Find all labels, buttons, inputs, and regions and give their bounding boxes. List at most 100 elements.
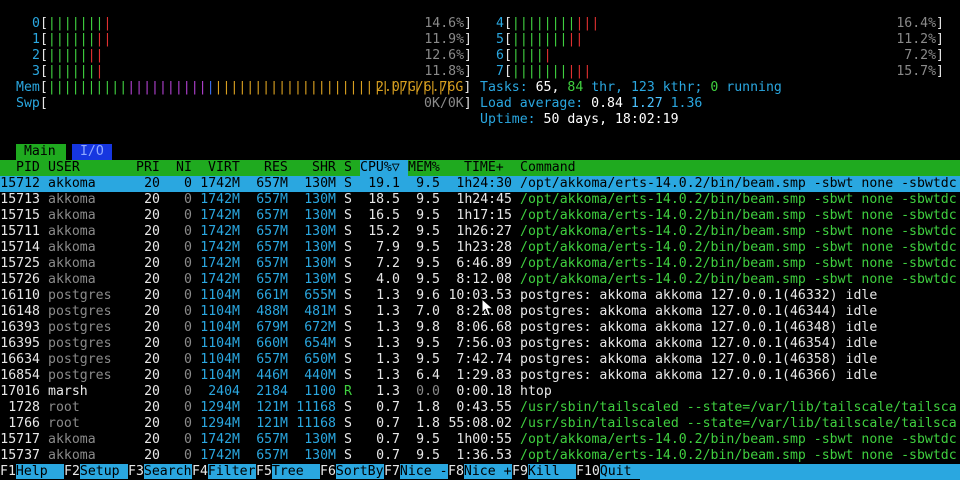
process-row[interactable]: 16110 postgres 20 0 1104M 661M 655M S 1.3 9.6 10:0…: [0, 288, 960, 304]
mem-bar-buffers: |: [206, 80, 215, 95]
cell-s: S: [344, 368, 352, 383]
fkey-key: F3: [128, 464, 144, 479]
cpu-percent-7: 15.7%]: [896, 64, 944, 79]
fkey-key: F10: [576, 464, 600, 479]
cell-pid: 17016: [0, 384, 40, 399]
cell-cmd: /usr/sbin/tailscaled --state=/var/lib/ta…: [520, 416, 957, 431]
col-res[interactable]: RES: [264, 160, 288, 176]
cpu-id: 2: [32, 48, 40, 63]
cell-mem: 9.8: [416, 320, 440, 335]
cell-res: 660M: [256, 336, 288, 351]
cpu-percent-5: 11.2%]: [896, 32, 944, 47]
cell-res: 661M: [256, 288, 288, 303]
process-row[interactable]: 15711 akkoma 20 0 1742M 657M 130M S 15.2 9.5 1h26:…: [0, 224, 960, 240]
cell-shr: 130M: [304, 448, 336, 463]
cell-res: 2184: [256, 384, 288, 399]
col-ni[interactable]: NI: [176, 160, 192, 176]
cell-user: postgres: [48, 304, 112, 319]
cell-res: 657M: [256, 176, 288, 191]
process-row[interactable]: 15717 akkoma 20 0 1742M 657M 130M S 0.7 9.5 1h00:5…: [0, 432, 960, 448]
process-row[interactable]: 16395 postgres 20 0 1104M 660M 654M S 1.3 9.5 7:56…: [0, 336, 960, 352]
cell-user: marsh: [48, 384, 88, 399]
col-pri[interactable]: PRI: [136, 160, 160, 176]
cell-cpu: 0.7: [376, 432, 400, 447]
load-5: 1.27: [630, 96, 663, 111]
fkey-f5[interactable]: F5Tree: [256, 464, 320, 480]
tab-main[interactable]: Main: [16, 144, 66, 160]
fkey-f10[interactable]: F10Quit: [576, 464, 648, 480]
cell-res: 657M: [256, 448, 288, 463]
cell-cpu: 1.3: [376, 384, 400, 399]
cell-virt: 1742M: [200, 208, 240, 223]
fkey-f7[interactable]: F7Nice -: [384, 464, 448, 480]
fkey-f8[interactable]: F8Nice +: [448, 464, 512, 480]
fkey-label: Filter: [207, 464, 256, 479]
swp-value: 0K/0K: [424, 96, 464, 111]
cpu-percent-2: 12.6%]: [424, 48, 472, 63]
col-mem[interactable]: MEM%: [408, 160, 440, 176]
cell-pri: 20: [144, 224, 160, 239]
cell-pri: 20: [144, 192, 160, 207]
fkey-f3[interactable]: F3Search: [128, 464, 192, 480]
col-pid[interactable]: PID: [16, 160, 40, 176]
process-row[interactable]: 1766 root 20 0 1294M 121M 11168 S 0.7 1.8 55:08.02…: [0, 416, 960, 432]
cell-cmd: postgres: akkoma akkoma 127.0.0.1(46344)…: [520, 304, 878, 319]
process-row[interactable]: 16393 postgres 20 0 1104M 679M 672M S 1.3 9.8 8:06…: [0, 320, 960, 336]
col-state[interactable]: S: [344, 160, 352, 176]
col-user[interactable]: USER: [48, 160, 80, 176]
fkey-label: Tree: [271, 464, 320, 479]
mem-label: Mem: [16, 80, 40, 95]
process-row[interactable]: 15726 akkoma 20 0 1742M 657M 130M S 4.0 9.5 8:12.0…: [0, 272, 960, 288]
cell-cmd: /opt/akkoma/erts-14.0.2/bin/beam.smp -sb…: [520, 176, 957, 191]
col-time[interactable]: TIME+: [464, 160, 504, 176]
fkey-f1[interactable]: F1Help: [0, 464, 64, 480]
cell-s: S: [344, 432, 352, 447]
cell-shr: 650M: [304, 352, 336, 367]
process-row[interactable]: 15737 akkoma 20 0 1742M 657M 130M S 0.7 9.5 1:36.5…: [0, 448, 960, 464]
cell-shr: 130M: [304, 192, 336, 207]
process-row[interactable]: 1728 root 20 0 1294M 121M 11168 S 0.7 1.8 0:43.55 /…: [0, 400, 960, 416]
process-row[interactable]: 16634 postgres 20 0 1104M 657M 650M S 1.3 9.5 7:42…: [0, 352, 960, 368]
cell-pid: 15712: [0, 176, 40, 191]
process-row[interactable]: 17016 marsh 20 0 2404 2184 1100 R 1.3 0.0 0:00.18 h…: [0, 384, 960, 400]
cpu-bar-system: |||: [575, 16, 600, 31]
tab-io[interactable]: I/O: [72, 144, 112, 160]
process-row[interactable]: 15712 akkoma 20 0 1742M 657M 130M S 19.1 9.5 1h24:…: [0, 176, 960, 192]
fkey-f4[interactable]: F4Filter: [192, 464, 256, 480]
process-row[interactable]: 15715 akkoma 20 0 1742M 657M 130M S 16.5 9.5 1h17:…: [0, 208, 960, 224]
cpu-bar-system: |: [103, 16, 112, 31]
col-cpu[interactable]: CPU%▽: [360, 160, 408, 176]
process-row[interactable]: 15714 akkoma 20 0 1742M 657M 130M S 7.9 9.5 1h23:2…: [0, 240, 960, 256]
process-row[interactable]: 16854 postgres 20 0 1104M 446M 440M S 1.3 6.4 1:29…: [0, 368, 960, 384]
cell-s: S: [344, 320, 352, 335]
cell-pid: 1766: [8, 416, 40, 431]
cell-user: akkoma: [48, 240, 96, 255]
cell-time: 0:00.18: [456, 384, 512, 399]
col-shr[interactable]: SHR: [312, 160, 336, 176]
cell-ni: 0: [184, 304, 192, 319]
cell-ni: 0: [184, 256, 192, 271]
cell-mem: 0.0: [416, 384, 440, 399]
process-row[interactable]: 15725 akkoma 20 0 1742M 657M 130M S 7.2 9.5 6:46.8…: [0, 256, 960, 272]
fkey-f6[interactable]: F6SortBy: [320, 464, 384, 480]
fkey-f2[interactable]: F2Setup: [64, 464, 128, 480]
fkey-f9[interactable]: F9Kill: [512, 464, 576, 480]
process-row[interactable]: 15713 akkoma 20 0 1742M 657M 130M S 18.5 9.5 1h24:…: [0, 192, 960, 208]
cell-cpu: 1.3: [376, 304, 400, 319]
cpu-bar-user: ||||: [511, 48, 544, 63]
cell-ni: 0: [184, 320, 192, 335]
cpu-meter-0: 0[||||||||: [32, 16, 112, 31]
cell-time: 8:12.08: [456, 272, 512, 287]
fkey-key: F7: [384, 464, 400, 479]
cell-cpu: 1.3: [376, 320, 400, 335]
col-virt[interactable]: VIRT: [208, 160, 240, 176]
cell-ni: 0: [184, 384, 192, 399]
process-row[interactable]: 16148 postgres 20 0 1104M 488M 481M S 1.3 7.0 8:21…: [0, 304, 960, 320]
col-command[interactable]: Command: [520, 160, 576, 176]
tasks-label: Tasks:: [480, 80, 528, 95]
cell-mem: 9.5: [416, 176, 440, 191]
cell-res: 657M: [256, 192, 288, 207]
cell-time: 1h26:27: [456, 224, 512, 239]
cell-pid: 15717: [0, 432, 40, 447]
cpu-bar-system: ||: [567, 32, 584, 47]
